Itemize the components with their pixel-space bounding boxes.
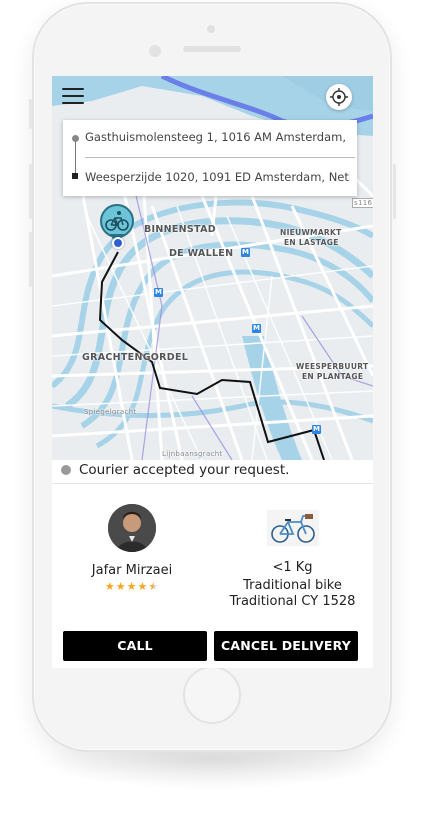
bicycle-icon [105, 211, 129, 231]
front-camera [149, 45, 161, 57]
star-icon: ★ [115, 580, 127, 593]
power-button [393, 164, 396, 219]
map-label-lijnbaansgracht: Lijnbaansgracht [162, 450, 223, 458]
map-view[interactable]: BINNENSTAD DE WALLEN NIEUWMARKT EN LASTA… [52, 76, 373, 460]
star-icon: ★ [148, 580, 160, 593]
hamburger-icon[interactable] [62, 88, 84, 106]
volume-down-button [29, 232, 32, 287]
metro-station-icon: M [241, 248, 250, 257]
status-dot-icon [61, 465, 71, 475]
courier-info: Jafar Mirzaei ★★★★★ [52, 504, 212, 593]
map-label-en-plantage: EN PLANTAGE [302, 372, 364, 381]
dropoff-address[interactable]: Weesperzijde 1020, 1091 ED Amsterdam, Ne… [85, 170, 350, 184]
map-label-grachtengordel: GRACHTENGORDEL [82, 352, 189, 363]
vehicle-model: Traditional CY 1528 [229, 594, 356, 609]
vehicle-type: Traditional bike [243, 578, 342, 593]
silent-switch [29, 99, 32, 129]
earpiece-sensor [207, 25, 215, 33]
app-screen: BINNENSTAD DE WALLEN NIEUWMARKT EN LASTA… [52, 76, 373, 668]
address-divider [85, 157, 355, 158]
route-rail [75, 138, 76, 176]
map-label-spiegelgracht: Spiegelgracht [84, 408, 137, 416]
road-shield-s116: s116 [352, 198, 373, 208]
metro-station-icon: M [252, 324, 261, 333]
speaker-grille [183, 46, 241, 52]
courier-name: Jafar Mirzaei [91, 563, 173, 578]
map-label-weesperbuurt: WEESPERBUURT [296, 362, 369, 371]
star-icon: ★★★★★ [52, 580, 212, 593]
star-icon: ★ [104, 580, 116, 593]
star-icon: ★ [126, 580, 138, 593]
status-bar: Courier accepted your request. [52, 460, 373, 484]
cancel-delivery-button[interactable]: CANCEL DELIVERY [214, 631, 358, 661]
map-label-binnenstad: BINNENSTAD [144, 224, 216, 235]
package-info: <1 Kg Traditional bike Traditional CY 15… [212, 504, 373, 609]
address-card: Gasthuismolensteeg 1, 1016 AM Amsterdam,… [63, 120, 357, 196]
crosshair-icon[interactable] [326, 84, 352, 110]
metro-station-icon: M [312, 425, 321, 434]
dropoff-square-icon [72, 173, 78, 179]
map-label-de-wallen: DE WALLEN [169, 248, 234, 259]
home-button[interactable] [183, 666, 241, 724]
current-location-dot [112, 237, 124, 249]
map-label-en-lastage: EN LASTAGE [284, 238, 339, 247]
map-label-nieuwmarkt: NIEUWMARKT [280, 228, 342, 237]
bicycle-pin-icon[interactable] [100, 204, 134, 238]
star-icon: ★ [137, 580, 149, 593]
volume-up-button [29, 164, 32, 219]
status-text: Courier accepted your request. [79, 462, 290, 478]
pickup-dot-icon [72, 135, 79, 142]
call-button[interactable]: CALL [63, 631, 207, 661]
avatar[interactable] [108, 504, 156, 552]
bicycle-image-icon [266, 510, 319, 546]
metro-station-icon: M [154, 288, 163, 297]
package-weight: <1 Kg [272, 560, 313, 575]
pickup-address[interactable]: Gasthuismolensteeg 1, 1016 AM Amsterdam,… [85, 130, 350, 144]
